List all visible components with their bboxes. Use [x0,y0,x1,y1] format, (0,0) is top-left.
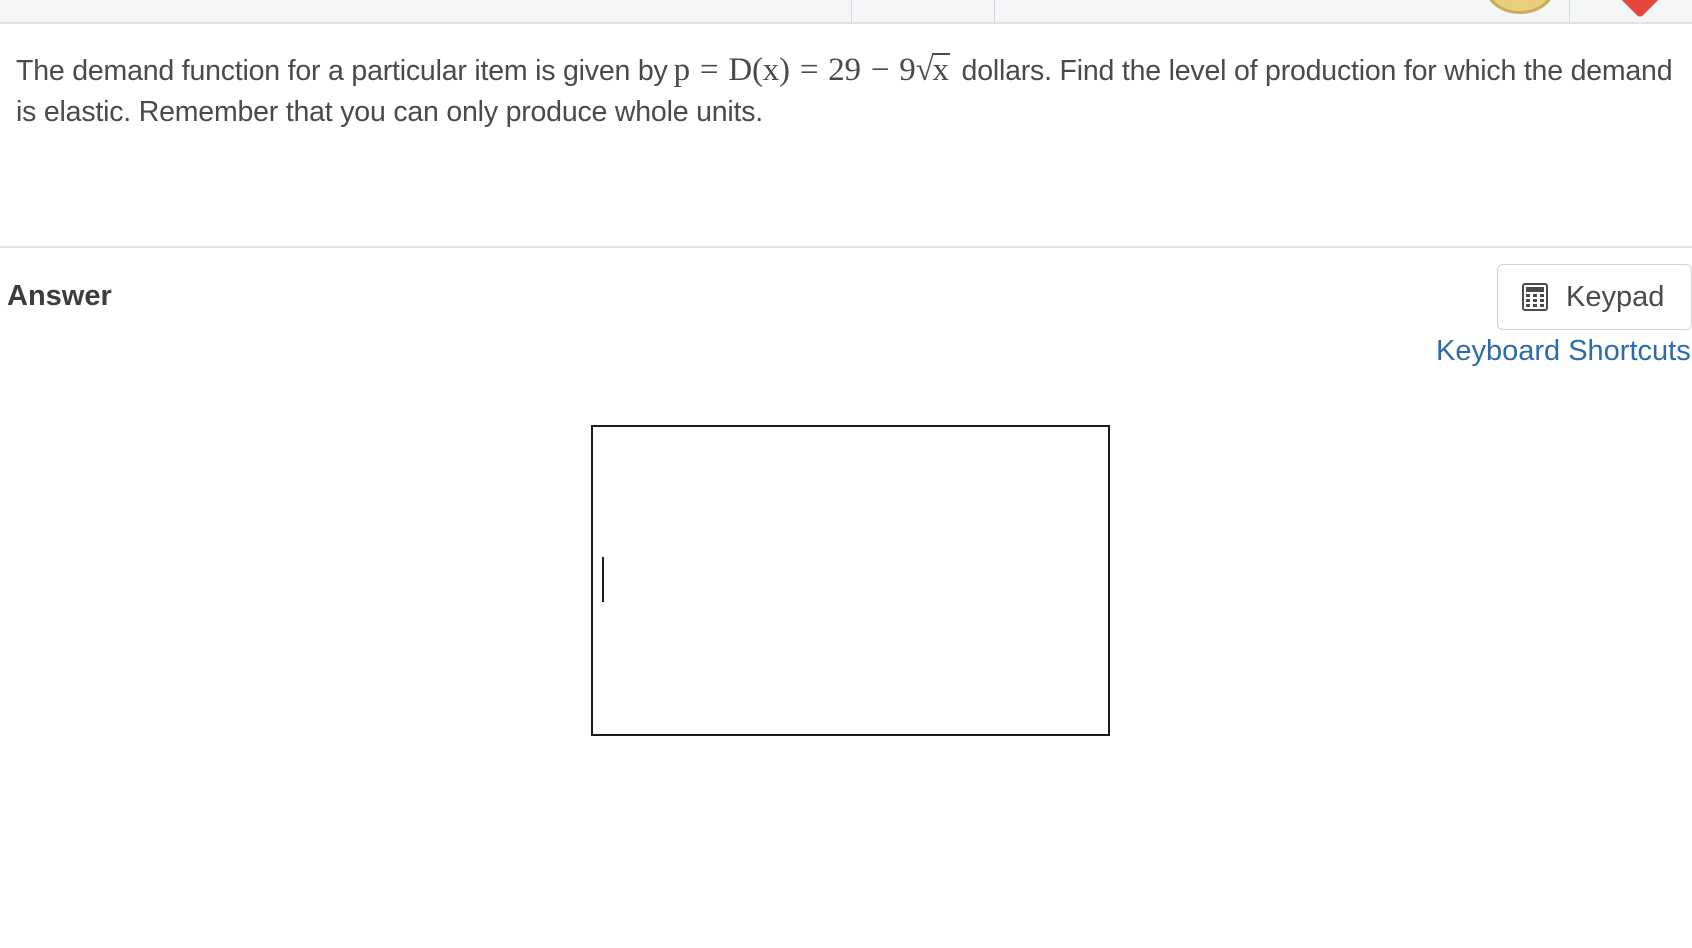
section-divider [0,246,1692,248]
text-cursor [602,557,604,602]
math-coefficient: 9 [899,52,916,88]
math-radicand: x [931,52,950,88]
answer-heading: Answer [7,280,112,312]
square-root: √x [916,50,950,91]
math-p: p [673,52,691,88]
keyboard-shortcuts-link[interactable]: Keyboard Shortcuts [1436,335,1691,368]
demand-equation: p = D(x) = 29−9√x [674,52,950,88]
toolbar-divider [851,0,852,22]
top-toolbar [0,0,1692,24]
calculator-icon [1522,283,1548,311]
math-equals: = [799,52,819,88]
toolbar-divider [1569,0,1570,22]
math-minus: − [870,52,890,88]
keypad-label: Keypad [1566,280,1665,313]
keypad-button[interactable]: Keypad [1497,264,1692,330]
question-text: The demand function for a particular ite… [16,50,1684,133]
question-text-before: The demand function for a particular ite… [16,55,668,87]
coin-icon[interactable] [1486,0,1554,14]
answer-input[interactable] [591,425,1110,736]
math-function: D(x) [728,52,790,88]
math-equals: = [699,52,719,88]
toolbar-divider [994,0,995,22]
heart-icon[interactable] [1618,0,1662,19]
math-constant: 29 [828,52,861,88]
